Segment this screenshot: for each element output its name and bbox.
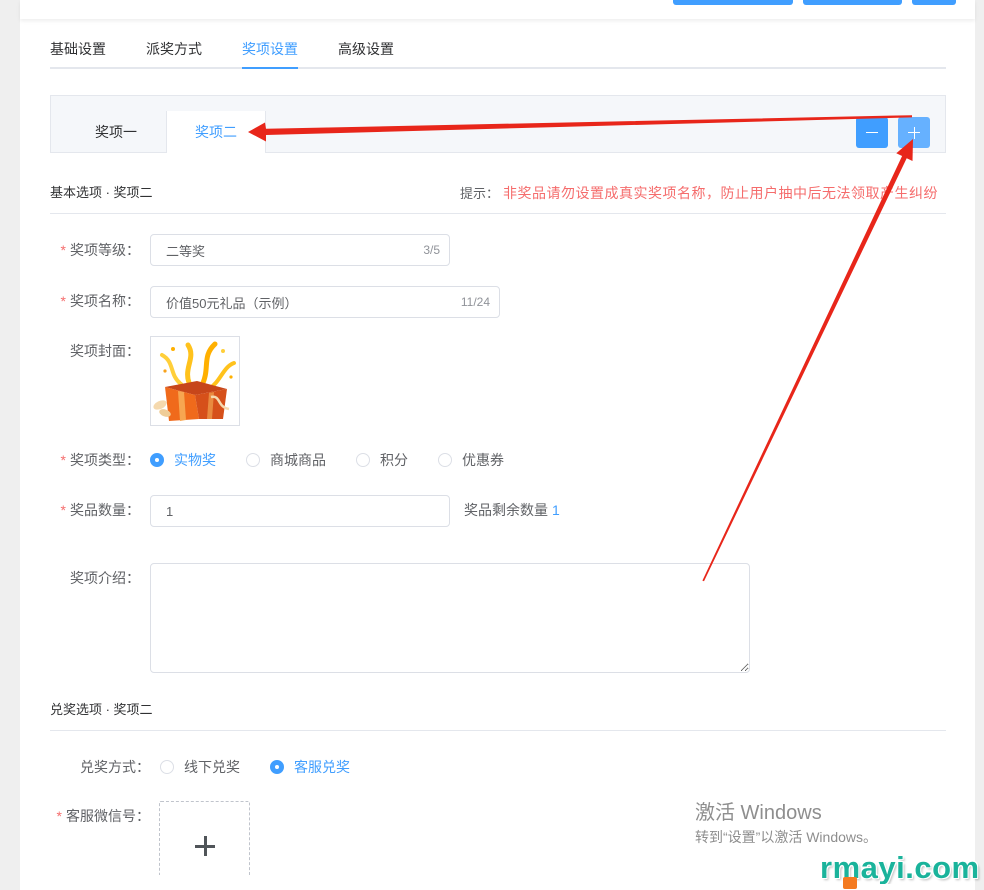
header-button-1[interactable] (673, 0, 793, 5)
radio-circle[interactable] (356, 453, 370, 467)
prize-level-label: * 奖项等级： (0, 240, 140, 260)
wechat-qrcode-upload[interactable] (159, 801, 250, 875)
minus-icon (866, 132, 878, 133)
hint-text: 非奖品请勿设置成真实奖项名称，防止用户抽中后无法领取产生纠纷 (503, 185, 939, 201)
prize-intro-label: 奖项介绍： (70, 570, 140, 586)
redeem-section-divider (50, 730, 946, 731)
required-mark: * (60, 452, 66, 468)
prize-type-label: * 奖项类型： (0, 450, 140, 470)
remaining-quantity: 奖品剩余数量 1 (464, 500, 560, 520)
page: 基础设置 派奖方式 奖项设置 高级设置 奖项一 奖项二 基本选项 · 奖项二 提… (0, 0, 984, 890)
redeem-section-title: 兑奖选项 · 奖项二 (50, 702, 153, 717)
top-toolbar (20, 0, 975, 19)
prize-quantity-label: * 奖品数量： (0, 500, 140, 520)
radio-label: 优惠券 (462, 452, 504, 468)
input-method-icon (843, 877, 857, 889)
prize-tab-2[interactable]: 奖项二 (166, 111, 266, 153)
required-mark: * (60, 502, 66, 518)
radio-label: 商城商品 (270, 452, 326, 468)
prize-quantity-input[interactable] (150, 495, 450, 527)
prize-level-label-text: 奖项等级： (70, 242, 140, 258)
prize-type-radio-group: 实物奖 商城商品 积分 优惠券 (150, 450, 504, 470)
radio-label: 线下兑奖 (184, 759, 240, 775)
wechat-qrcode-upload-area (159, 801, 250, 875)
prize-type-label-text: 奖项类型： (70, 452, 140, 468)
prize-level-counter: 3/5 (423, 243, 440, 257)
required-mark: * (56, 808, 62, 824)
prize-tab-bar: 奖项一 奖项二 (50, 95, 946, 153)
required-mark: * (60, 293, 66, 309)
prize-type-physical[interactable]: 实物奖 (150, 450, 216, 470)
add-prize-button[interactable] (898, 117, 930, 148)
tab-advanced-settings[interactable]: 高级设置 (338, 38, 394, 69)
redeem-customer-service[interactable]: 客服兑奖 (270, 757, 350, 777)
radio-label: 实物奖 (174, 452, 216, 468)
wechat-id-label: * 客服微信号： (0, 806, 150, 826)
required-mark: * (60, 242, 66, 258)
remaining-quantity-label: 奖品剩余数量 (464, 502, 548, 518)
prize-name-counter: 11/24 (460, 295, 490, 309)
radio-circle[interactable] (438, 453, 452, 467)
prize-name-label-text: 奖项名称： (70, 293, 140, 309)
radio-label: 客服兑奖 (294, 759, 350, 775)
radio-circle[interactable] (270, 760, 284, 774)
prize-type-coupon[interactable]: 优惠券 (438, 450, 504, 470)
windows-activation-subtitle: 转到“设置”以激活 Windows。 (695, 829, 878, 845)
radio-circle[interactable] (246, 453, 260, 467)
prize-cover-label: 奖项封面： (70, 343, 140, 359)
radio-circle[interactable] (150, 453, 164, 467)
hint-label: 提示： (460, 186, 500, 201)
redeem-method-radio-group: 线下兑奖 客服兑奖 (160, 757, 350, 777)
prize-tabs: 奖项一 奖项二 (66, 111, 266, 153)
prize-cover-upload[interactable] (150, 336, 240, 426)
remove-prize-button[interactable] (856, 117, 888, 148)
radio-label: 积分 (380, 452, 408, 468)
redeem-offline[interactable]: 线下兑奖 (160, 757, 240, 777)
settings-tabs: 基础设置 派奖方式 奖项设置 高级设置 (50, 38, 394, 69)
prize-intro-textarea[interactable] (150, 563, 750, 673)
tab-award-method[interactable]: 派奖方式 (146, 38, 202, 69)
radio-circle[interactable] (160, 760, 174, 774)
prize-quantity-label-text: 奖品数量： (70, 502, 140, 518)
remaining-quantity-value: 1 (552, 502, 560, 518)
basic-section-divider (50, 213, 946, 214)
tab-basic-settings[interactable]: 基础设置 (50, 38, 106, 69)
tab-prize-settings[interactable]: 奖项设置 (242, 38, 298, 69)
redeem-method-label: 兑奖方式： (80, 759, 150, 775)
prize-hint: 提示： 非奖品请勿设置成真实奖项名称，防止用户抽中后无法领取产生纠纷 (460, 183, 938, 204)
gift-box-icon (153, 341, 236, 421)
prize-type-points[interactable]: 积分 (356, 450, 408, 470)
prize-type-mall-product[interactable]: 商城商品 (246, 450, 326, 470)
basic-section-title: 基本选项 · 奖项二 (50, 185, 153, 200)
header-button-3[interactable] (912, 0, 956, 5)
windows-activation-title: 激活 Windows (695, 802, 822, 824)
prize-name-label: * 奖项名称： (0, 291, 140, 311)
wechat-id-label-text: 客服微信号： (66, 808, 150, 824)
prize-tab-1[interactable]: 奖项一 (66, 111, 166, 153)
header-button-2[interactable] (803, 0, 902, 5)
